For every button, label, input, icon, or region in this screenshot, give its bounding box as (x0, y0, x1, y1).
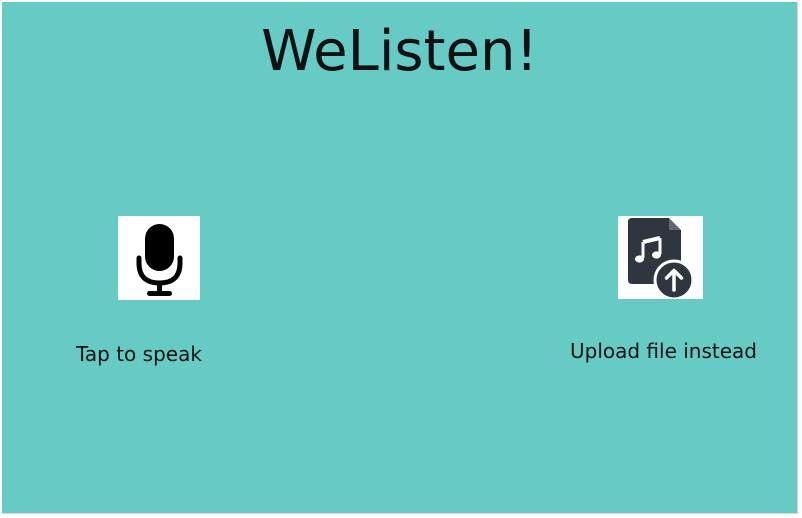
app-title: WeListen! (261, 19, 538, 84)
upload-audio-file-icon (628, 218, 695, 299)
microphone-icon (136, 224, 183, 296)
upload-file-button[interactable] (618, 216, 703, 299)
upload-file-label[interactable]: Upload file instead (570, 339, 757, 363)
tap-to-speak-button[interactable] (118, 216, 200, 300)
app-screen: WeListen! Tap to speak Upload file inste… (2, 2, 798, 514)
tap-to-speak-label[interactable]: Tap to speak (76, 342, 202, 366)
